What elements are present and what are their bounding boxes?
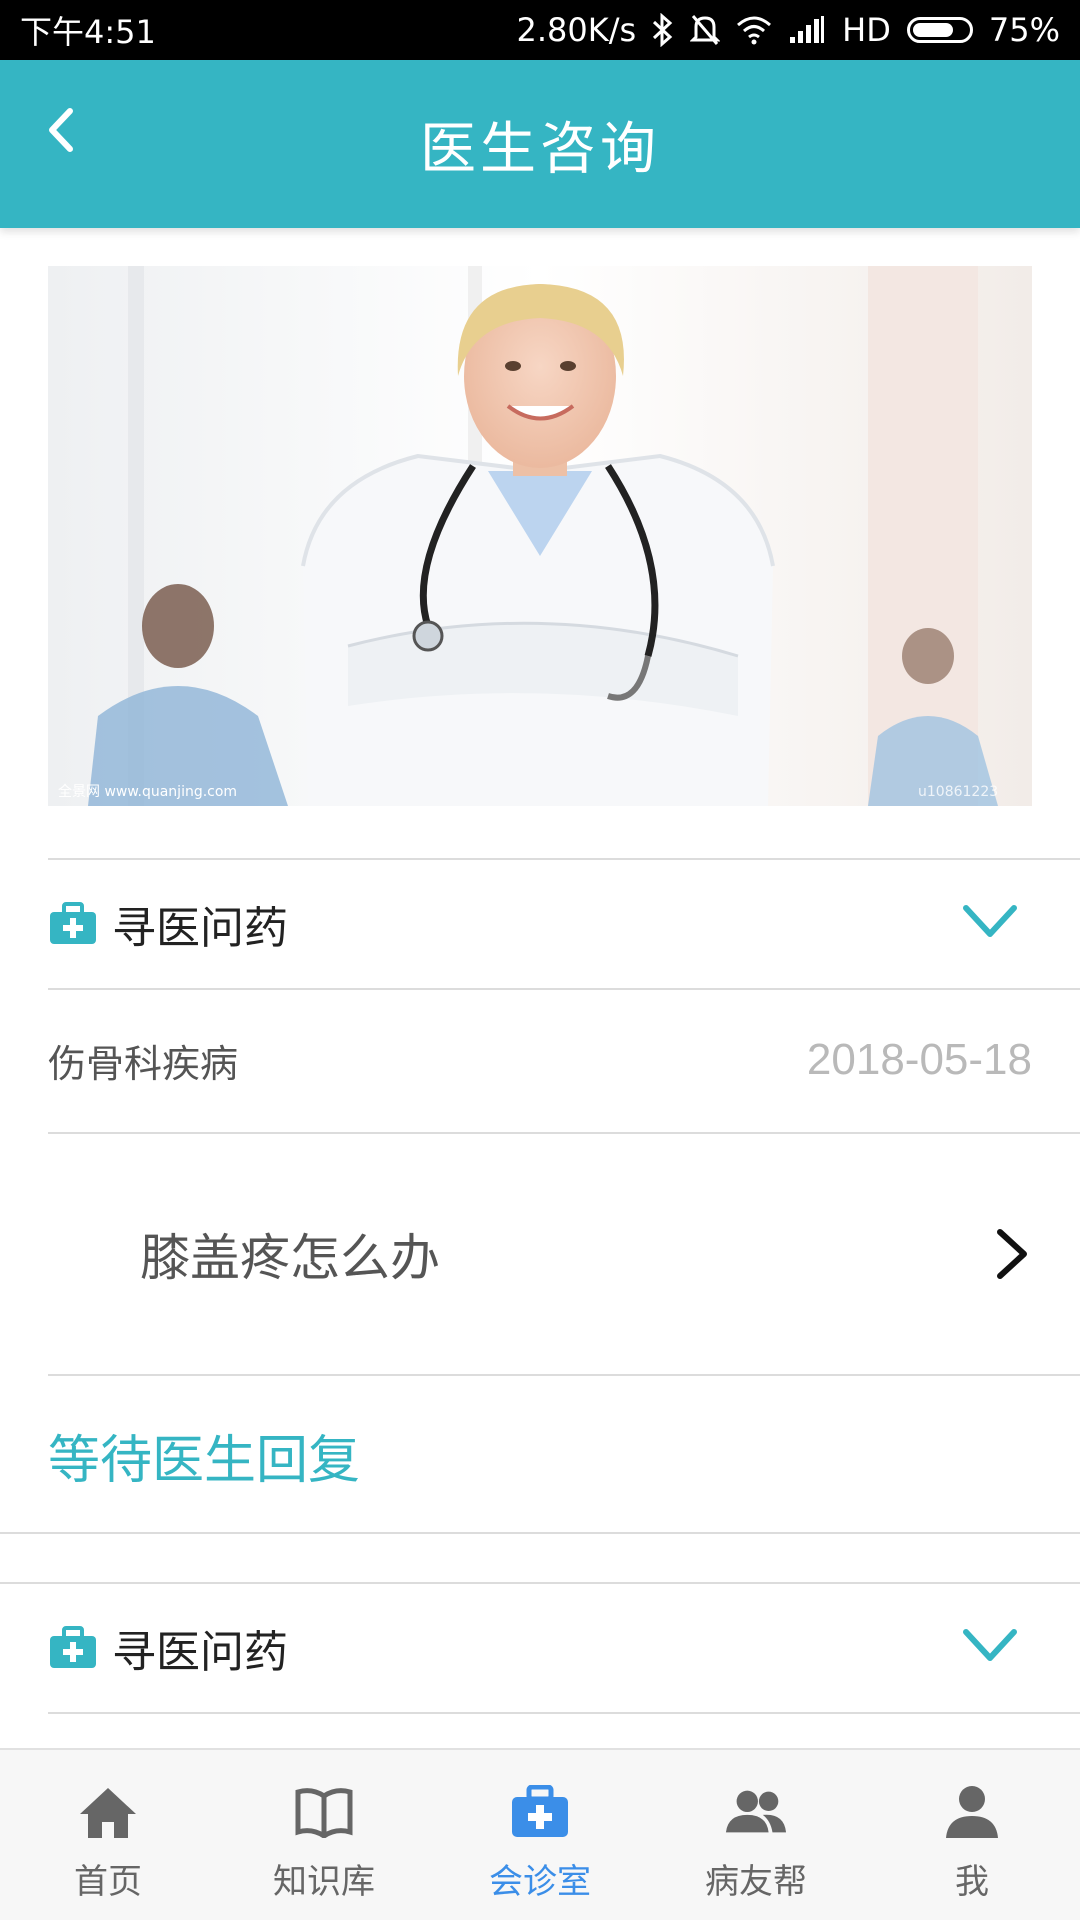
battery-icon: [906, 17, 973, 43]
app-bar: 医生咨询: [0, 60, 1080, 228]
user-icon: [940, 1780, 1004, 1844]
bluetooth-icon: [652, 13, 674, 47]
page-title: 医生咨询: [420, 116, 660, 182]
question-row[interactable]: 膝盖疼怎么办: [48, 1136, 1032, 1372]
divider: [48, 1712, 1080, 1714]
nav-patient-community[interactable]: 病友帮: [648, 1750, 864, 1920]
watermark-left: 全景网 www.quanjing.com: [58, 783, 237, 800]
signal-icon: [788, 15, 826, 45]
wifi-icon: [736, 15, 772, 45]
reply-status: 等待医生回复: [48, 1431, 361, 1491]
watermark-right: u10861223: [918, 784, 998, 800]
section-header-consult[interactable]: 寻医问药: [48, 860, 1032, 988]
back-button[interactable]: [30, 98, 94, 162]
mute-bell-icon: [690, 13, 721, 47]
nav-me[interactable]: 我: [864, 1750, 1080, 1920]
network-speed: 2.80K/s: [516, 11, 637, 49]
nav-label: 首页: [74, 1862, 142, 1902]
section-title: 寻医问药: [112, 1627, 288, 1678]
nav-home[interactable]: 首页: [0, 1750, 216, 1920]
medical-kit-icon: [48, 902, 98, 946]
chevron-down-icon[interactable]: [962, 1626, 1018, 1666]
question-text: 膝盖疼怎么办: [140, 1229, 440, 1287]
divider: [0, 1532, 1080, 1534]
battery-percent: 75%: [988, 11, 1060, 49]
home-icon: [76, 1780, 140, 1844]
nav-label: 会诊室: [489, 1862, 591, 1902]
chevron-right-icon: [997, 1229, 1027, 1279]
nav-consultation-room[interactable]: 会诊室: [432, 1750, 648, 1920]
consult-meta-row: 伤骨科疾病 2018-05-18: [48, 990, 1032, 1130]
status-time: 下午4:51: [20, 13, 156, 51]
book-icon: [292, 1780, 356, 1844]
nav-label: 病友帮: [705, 1862, 807, 1902]
section-header-consult-2[interactable]: 寻医问药: [48, 1584, 1032, 1712]
status-bar: 下午4:51 2.80K/s HD 75%: [0, 0, 1080, 60]
bottom-navigation: 首页 知识库 会诊室 病友帮 我: [0, 1748, 1080, 1920]
chevron-down-icon[interactable]: [962, 902, 1018, 942]
divider: [48, 1132, 1080, 1134]
consult-date: 2018-05-18: [806, 1035, 1032, 1084]
doctor-banner-image: 全景网 www.quanjing.com u10861223: [48, 266, 1032, 806]
network-type: HD: [842, 11, 891, 49]
medical-kit-icon: [48, 1626, 98, 1670]
medical-kit-icon: [508, 1780, 572, 1844]
battery-fill: [912, 23, 954, 37]
chevron-left-icon: [49, 108, 73, 152]
divider: [48, 1374, 1080, 1376]
disease-category: 伤骨科疾病: [48, 1041, 239, 1086]
group-icon: [724, 1780, 788, 1844]
nav-label: 我: [955, 1862, 989, 1902]
section-title: 寻医问药: [112, 903, 288, 954]
nav-label: 知识库: [273, 1862, 375, 1902]
nav-knowledge[interactable]: 知识库: [216, 1750, 432, 1920]
